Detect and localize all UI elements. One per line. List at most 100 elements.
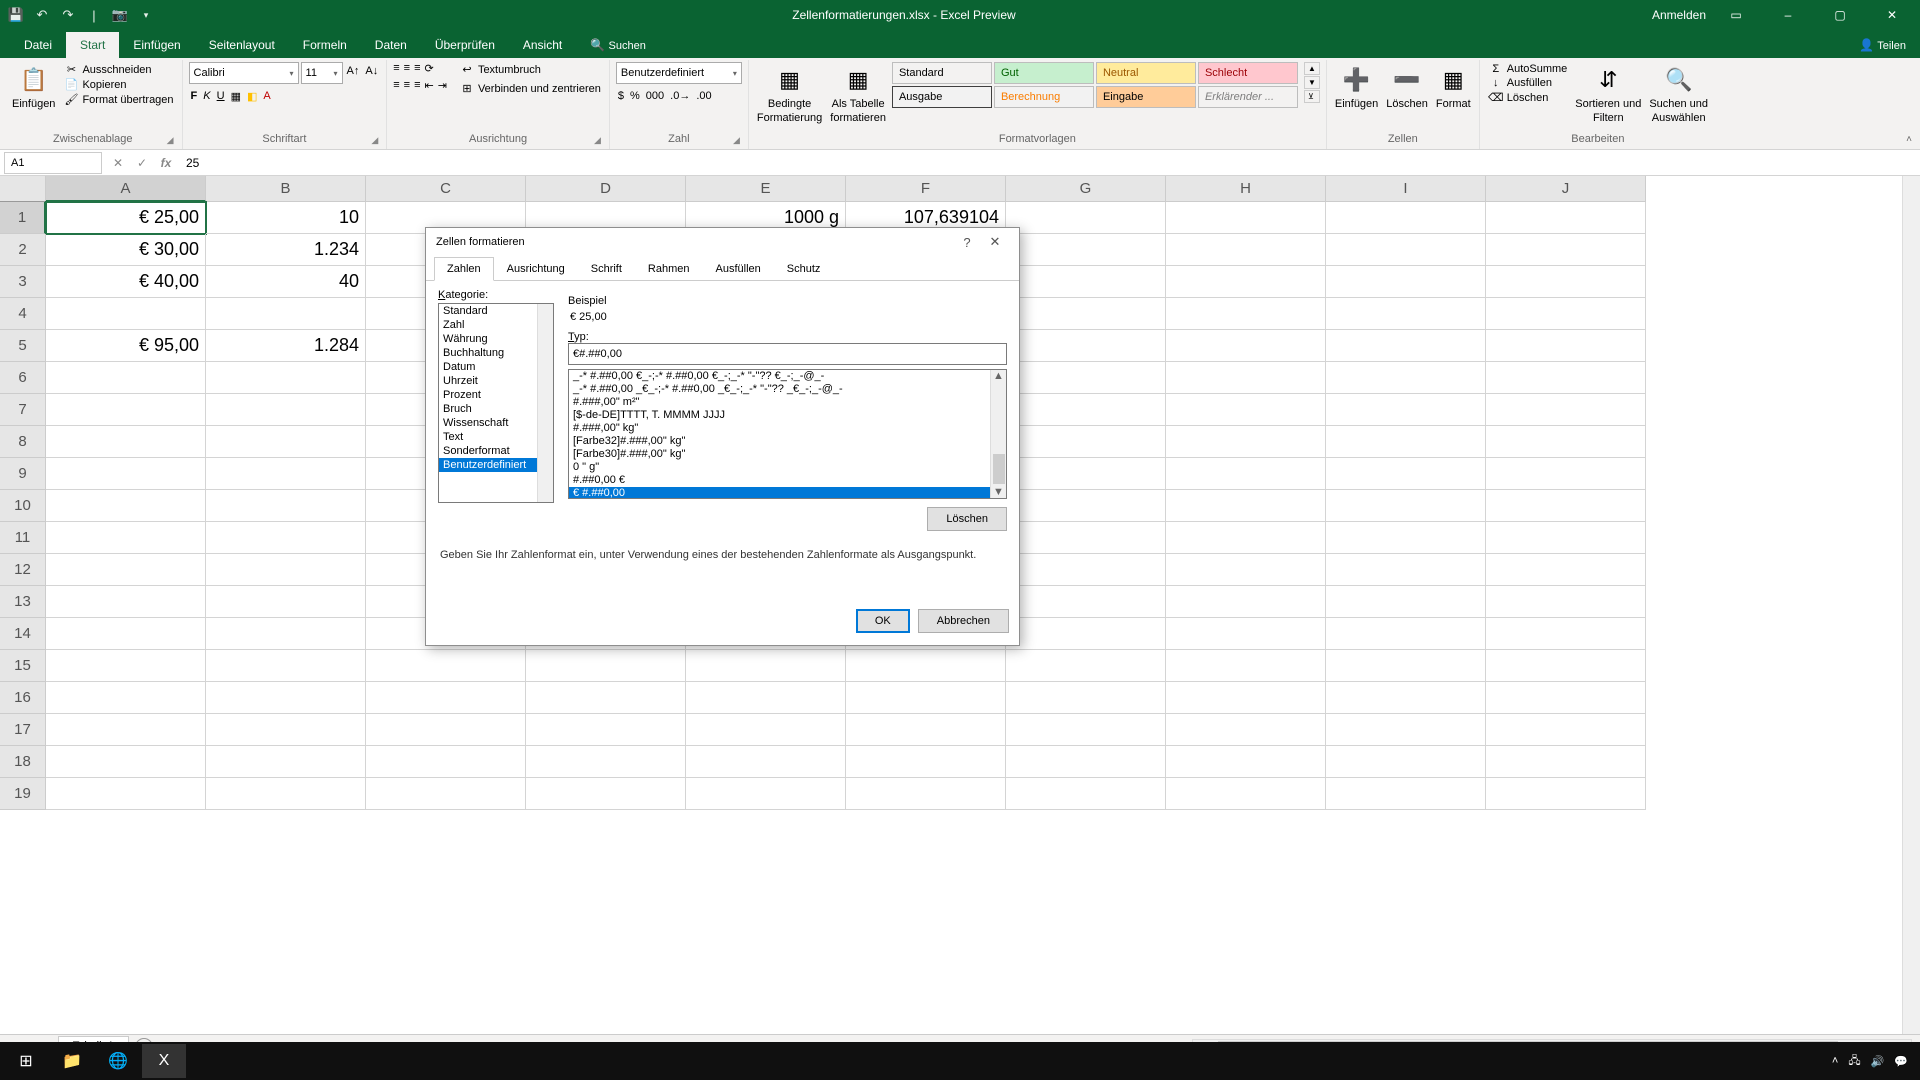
cell[interactable] <box>46 746 206 778</box>
dialog-cancel-button[interactable]: Abbrechen <box>918 609 1009 633</box>
cell[interactable]: € 25,00 <box>46 202 206 234</box>
tray-notif-icon[interactable]: 💬 <box>1894 1055 1908 1068</box>
cell[interactable] <box>206 490 366 522</box>
styles-down-icon[interactable]: ▼ <box>1304 76 1320 89</box>
category-item[interactable]: Bruch <box>439 402 553 416</box>
align-top-icon[interactable]: ≡ <box>393 62 399 75</box>
tab-datei[interactable]: Datei <box>10 32 66 58</box>
dlg-tab-zahlen[interactable]: Zahlen <box>434 257 494 281</box>
wrap-text-button[interactable]: ↩Textumbruch <box>457 62 603 77</box>
insert-cells-button[interactable]: ➕Einfügen <box>1333 62 1380 112</box>
cell[interactable] <box>686 714 846 746</box>
category-item[interactable]: Text <box>439 430 553 444</box>
column-header[interactable]: J <box>1486 176 1646 202</box>
type-item[interactable]: [$-de-DE]TTTT, T. MMMM JJJJ <box>569 409 1006 422</box>
grow-font-icon[interactable]: A↑ <box>345 62 362 84</box>
format-cells-button[interactable]: ▦Format <box>1434 62 1473 112</box>
orientation-icon[interactable]: ⟳ <box>425 62 434 75</box>
cell[interactable] <box>46 554 206 586</box>
cell[interactable] <box>1326 746 1486 778</box>
cell[interactable] <box>1006 522 1166 554</box>
cell[interactable] <box>1486 490 1646 522</box>
cell[interactable] <box>1006 394 1166 426</box>
cell[interactable] <box>46 362 206 394</box>
tab-formeln[interactable]: Formeln <box>289 32 361 58</box>
cell[interactable] <box>1486 778 1646 810</box>
tab-seitenlayout[interactable]: Seitenlayout <box>195 32 289 58</box>
cell[interactable] <box>46 714 206 746</box>
launcher-icon[interactable]: ◢ <box>167 135 174 146</box>
type-item[interactable]: #.###,00" m²" <box>569 396 1006 409</box>
dec-decimal-icon[interactable]: .00 <box>696 90 711 102</box>
cell[interactable] <box>526 778 686 810</box>
cell[interactable] <box>46 490 206 522</box>
type-item[interactable]: #.###,00" kg" <box>569 422 1006 435</box>
cell[interactable] <box>206 618 366 650</box>
cell[interactable] <box>1166 458 1326 490</box>
row-header[interactable]: 7 <box>0 394 46 426</box>
column-header[interactable]: C <box>366 176 526 202</box>
cell[interactable] <box>1326 650 1486 682</box>
cell[interactable] <box>46 650 206 682</box>
cell[interactable] <box>846 746 1006 778</box>
cell[interactable] <box>1326 682 1486 714</box>
dlg-tab-schutz[interactable]: Schutz <box>774 257 834 281</box>
cell[interactable] <box>206 682 366 714</box>
type-item[interactable]: #.##0,00 € <box>569 474 1006 487</box>
cell[interactable] <box>1326 266 1486 298</box>
delete-cells-button[interactable]: ➖Löschen <box>1384 62 1430 112</box>
find-select-button[interactable]: 🔍Suchen undAuswählen <box>1647 62 1710 126</box>
cell[interactable] <box>206 458 366 490</box>
format-painter-button[interactable]: 🖌Format übertragen <box>61 92 175 107</box>
close-icon[interactable]: ✕ <box>1870 1 1914 29</box>
type-input[interactable] <box>568 343 1007 365</box>
cell[interactable] <box>1486 554 1646 586</box>
style-schlecht[interactable]: Schlecht <box>1198 62 1298 84</box>
cell[interactable] <box>686 650 846 682</box>
row-header[interactable]: 14 <box>0 618 46 650</box>
type-item[interactable]: 0 " g" <box>569 461 1006 474</box>
align-bottom-icon[interactable]: ≡ <box>414 62 420 75</box>
row-header[interactable]: 19 <box>0 778 46 810</box>
tray-sound-icon[interactable]: 🔊 <box>1871 1055 1885 1068</box>
cell[interactable] <box>46 522 206 554</box>
cell[interactable] <box>1166 298 1326 330</box>
cell[interactable] <box>1006 330 1166 362</box>
tab-einfuegen[interactable]: Einfügen <box>119 32 194 58</box>
launcher-icon[interactable]: ◢ <box>594 135 601 146</box>
cell[interactable] <box>1166 490 1326 522</box>
cell[interactable] <box>1166 554 1326 586</box>
save-icon[interactable]: 💾 <box>6 5 26 25</box>
inc-decimal-icon[interactable]: .0→ <box>670 90 690 102</box>
bold-button[interactable]: F <box>191 90 198 103</box>
cell[interactable] <box>1486 746 1646 778</box>
cell[interactable] <box>1006 298 1166 330</box>
cell[interactable] <box>846 650 1006 682</box>
cell[interactable] <box>1166 394 1326 426</box>
style-berechnung[interactable]: Berechnung <box>994 86 1094 108</box>
comma-icon[interactable]: 000 <box>646 90 664 102</box>
tab-ansicht[interactable]: Ansicht <box>509 32 576 58</box>
row-header[interactable]: 16 <box>0 682 46 714</box>
dialog-help-icon[interactable]: ? <box>953 235 981 250</box>
cell[interactable]: € 30,00 <box>46 234 206 266</box>
cell[interactable] <box>1326 618 1486 650</box>
style-gut[interactable]: Gut <box>994 62 1094 84</box>
cell[interactable]: € 40,00 <box>46 266 206 298</box>
cell[interactable] <box>206 554 366 586</box>
cell[interactable] <box>846 714 1006 746</box>
start-button[interactable]: ⊞ <box>4 1044 48 1078</box>
cell[interactable] <box>1006 362 1166 394</box>
column-header[interactable]: G <box>1006 176 1166 202</box>
cell[interactable] <box>1326 490 1486 522</box>
dlg-tab-ausfuellen[interactable]: Ausfüllen <box>703 257 774 281</box>
category-item[interactable]: Zahl <box>439 318 553 332</box>
cell[interactable] <box>526 746 686 778</box>
cell[interactable] <box>686 746 846 778</box>
font-name-combo[interactable]: Calibri▾ <box>189 62 299 84</box>
system-tray[interactable]: ˄ 🖧 🔊 💬 <box>1832 1052 1916 1071</box>
cell[interactable] <box>1006 554 1166 586</box>
cell[interactable] <box>46 426 206 458</box>
cell[interactable] <box>1166 330 1326 362</box>
cell[interactable] <box>1486 266 1646 298</box>
